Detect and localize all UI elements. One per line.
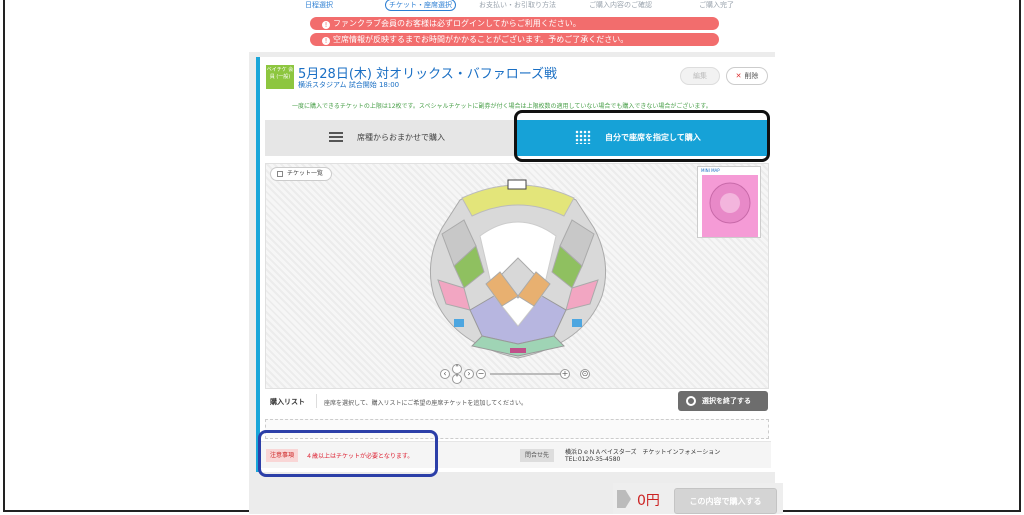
zoom-in-icon[interactable]: + xyxy=(560,369,570,379)
pan-down-icon[interactable]: ˅ xyxy=(452,374,462,384)
mini-map-graphic xyxy=(702,175,758,237)
progress-steps: 日程選択 チケット・座席選択 お支払い・お引取り方法 ご購入内容のご確認 ご購入… xyxy=(5,0,1023,11)
scoreboard xyxy=(507,179,527,190)
mini-map-field xyxy=(720,193,740,213)
mini-map-label: MINI MAP xyxy=(701,168,720,173)
contact-tag: 問合せ先 xyxy=(520,449,554,462)
purchase-list-label: 購入リスト xyxy=(270,398,305,406)
zoom-controls: ‹ ˄ ˅ › − + ⊙ xyxy=(438,364,598,384)
step-date: 日程選択 xyxy=(305,1,333,9)
delete-button[interactable]: ✕ 削除 xyxy=(726,67,768,85)
backstop-section[interactable] xyxy=(510,348,526,353)
divider xyxy=(316,394,317,408)
contact-tel: TEL:0120-35-4580 xyxy=(565,456,621,463)
close-icon: ✕ xyxy=(735,72,742,80)
info-icon: ! xyxy=(322,37,330,45)
stadium-seat-map[interactable] xyxy=(424,176,612,360)
list-icon xyxy=(329,132,343,144)
alert-login: ! ファンクラブ会員のお客様は必ずログインしてからご利用ください。 xyxy=(310,17,719,30)
alert-availability: ! 空席情報が反映するまでお時間がかかることがございます。予めご了承ください。 xyxy=(310,33,719,46)
purchase-limit-notice: 一度に購入できるチケットの上限は12枚です。スペシャルチケットに副券が付く場合は… xyxy=(292,103,712,110)
step-confirm: ご購入内容のご確認 xyxy=(589,1,652,9)
highlight-manual-tab xyxy=(514,110,770,162)
target-icon xyxy=(686,396,696,406)
blue-section-right[interactable] xyxy=(572,319,582,327)
contact-name: 横浜ＤｅＮＡベイスターズ チケットインフォメーション xyxy=(565,449,721,456)
highlight-caution xyxy=(258,430,438,477)
edit-button[interactable]: 編集 xyxy=(680,67,720,85)
tab-auto-select[interactable]: 席種からおまかせで購入 xyxy=(265,120,517,156)
zoom-slider[interactable] xyxy=(490,373,562,375)
ticket-list-button[interactable]: チケット一覧 xyxy=(270,167,332,181)
step-complete: ご購入完了 xyxy=(699,1,734,9)
buy-button[interactable]: この内容で購入する xyxy=(674,488,777,514)
pan-right-icon[interactable]: › xyxy=(464,369,474,379)
list-icon xyxy=(277,171,283,177)
total-price: 0円 xyxy=(637,493,660,509)
member-badge: ベイチケ 会員 (一般) xyxy=(266,65,294,89)
pan-left-icon[interactable]: ‹ xyxy=(440,369,450,379)
step-payment: お支払い・お引取り方法 xyxy=(479,1,556,9)
purchase-list-description: 座席を選択して、購入リストにご希望の座席チケットを追加してください。 xyxy=(324,400,528,407)
step-seat: チケット・座席選択 xyxy=(385,0,456,11)
venue-info: 横浜スタジアム 試合開始 18:00 xyxy=(298,81,400,89)
blue-section-left[interactable] xyxy=(454,319,464,327)
pan-up-icon[interactable]: ˄ xyxy=(452,364,462,374)
mini-map[interactable]: MINI MAP xyxy=(697,166,761,238)
zoom-out-icon[interactable]: − xyxy=(476,369,486,379)
info-icon: ! xyxy=(322,21,330,29)
reset-view-icon[interactable]: ⊙ xyxy=(580,369,590,379)
end-selection-button[interactable]: 選択を終了する xyxy=(678,391,768,411)
